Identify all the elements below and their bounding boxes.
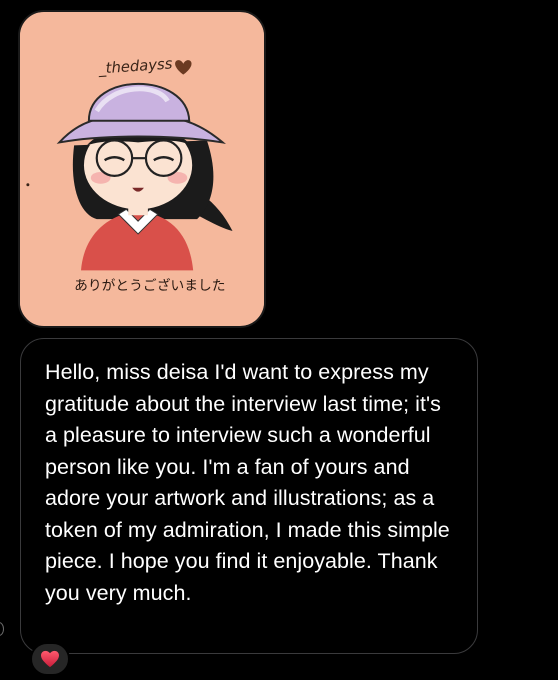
shared-illustration-image[interactable]: _thedayss ありがとうございました [18, 10, 266, 328]
red-heart-icon [41, 650, 59, 668]
partial-avatar-edge [0, 622, 4, 636]
heart-reaction[interactable] [30, 642, 70, 676]
message-bubble[interactable]: Hello, miss deisa I'd want to express my… [20, 338, 478, 654]
message-text: Hello, miss deisa I'd want to express my… [45, 360, 450, 605]
illustration-drawing: _thedayss ありがとうございました [20, 12, 264, 326]
illustration-caption: ありがとうございました [74, 277, 225, 294]
